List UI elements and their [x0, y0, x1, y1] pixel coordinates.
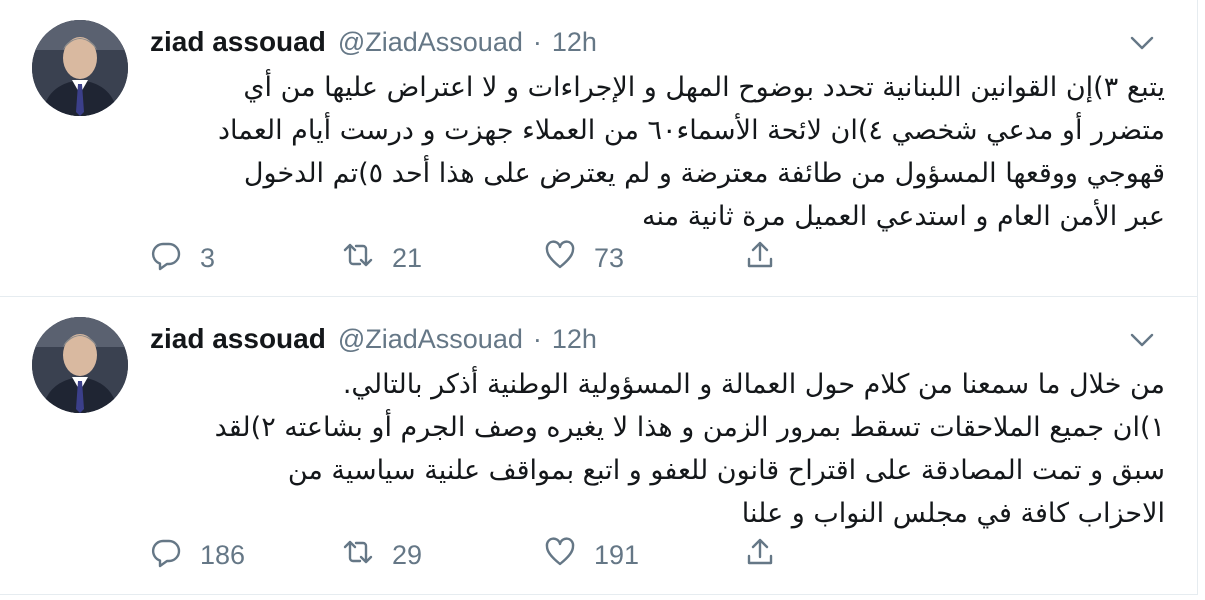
like-count: 191 — [594, 539, 640, 570]
share-icon — [744, 536, 776, 575]
reply-icon — [150, 536, 182, 575]
chevron-down-icon[interactable] — [1127, 32, 1157, 54]
separator-dot: · — [532, 324, 542, 354]
like-count: 73 — [594, 242, 625, 273]
author-name[interactable]: ziad assouad — [150, 22, 326, 62]
tweet-time[interactable]: 12h — [552, 22, 597, 62]
author-name[interactable]: ziad assouad — [150, 319, 326, 359]
separator-dot: · — [532, 27, 542, 57]
reply-button[interactable]: 186 — [150, 535, 245, 575]
tweet-text-line: سبق و تمت المصادقة على اقتراح قانون للعف… — [287, 455, 1165, 486]
retweet-count: 29 — [392, 539, 423, 570]
tweet-feed: ziad assouad @ZiadAssouad · 12h يتبع ٣)إ… — [0, 0, 1205, 600]
tweet-text: من خلال ما سمعنا من كلام حول العمالة و ا… — [150, 363, 1165, 535]
heart-icon — [544, 239, 576, 278]
tweet-header: ziad assouad @ZiadAssouad · 12h — [150, 319, 597, 359]
tweet-actions: 186 29 191 — [150, 535, 850, 575]
avatar[interactable] — [32, 20, 128, 116]
like-button[interactable]: 73 — [544, 238, 624, 278]
retweet-count: 21 — [392, 242, 423, 273]
tweet-text: يتبع ٣)إن القوانين اللبنانية تحدد بوضوح … — [150, 66, 1165, 238]
tweet-text-line: متضرر أو مدعي شخصي ٤)ان لائحة الأسماء٦٠ … — [217, 115, 1165, 146]
tweet-text-line: الاحزاب كافة في مجلس النواب و علنا — [741, 498, 1165, 529]
heart-icon — [544, 536, 576, 575]
share-button[interactable] — [744, 535, 776, 575]
author-handle[interactable]: @ZiadAssouad — [338, 319, 523, 359]
avatar[interactable] — [32, 317, 128, 413]
tweet-text-line: يتبع ٣)إن القوانين اللبنانية تحدد بوضوح … — [243, 72, 1165, 103]
tweet-time[interactable]: 12h — [552, 319, 597, 359]
tweet-text-line: عبر الأمن العام و استدعي العميل مرة ثاني… — [642, 201, 1165, 232]
tweet[interactable]: ziad assouad @ZiadAssouad · 12h من خلال … — [0, 297, 1198, 595]
like-button[interactable]: 191 — [544, 535, 639, 575]
chevron-down-icon[interactable] — [1127, 329, 1157, 351]
avatar-photo — [32, 20, 128, 116]
tweet-header: ziad assouad @ZiadAssouad · 12h — [150, 22, 597, 62]
reply-button[interactable]: 3 — [150, 238, 215, 278]
tweet-text-line: من خلال ما سمعنا من كلام حول العمالة و ا… — [342, 369, 1165, 400]
tweet-actions: 3 21 73 — [150, 238, 850, 278]
reply-count: 186 — [200, 539, 246, 570]
author-handle[interactable]: @ZiadAssouad — [338, 22, 523, 62]
tweet[interactable]: ziad assouad @ZiadAssouad · 12h يتبع ٣)إ… — [0, 0, 1198, 297]
reply-count: 3 — [200, 242, 216, 273]
retweet-icon — [342, 536, 374, 575]
share-button[interactable] — [744, 238, 776, 278]
tweet-text-line: قهوجي ووقعها المسؤول من طائفة معترضة و ل… — [243, 158, 1165, 189]
retweet-button[interactable]: 29 — [342, 535, 422, 575]
retweet-icon — [342, 239, 374, 278]
share-icon — [744, 239, 776, 278]
tweet-text-line: ١)ان جميع الملاحقات تسقط بمرور الزمن و ه… — [214, 412, 1165, 443]
avatar-photo — [32, 317, 128, 413]
retweet-button[interactable]: 21 — [342, 238, 422, 278]
reply-icon — [150, 239, 182, 278]
